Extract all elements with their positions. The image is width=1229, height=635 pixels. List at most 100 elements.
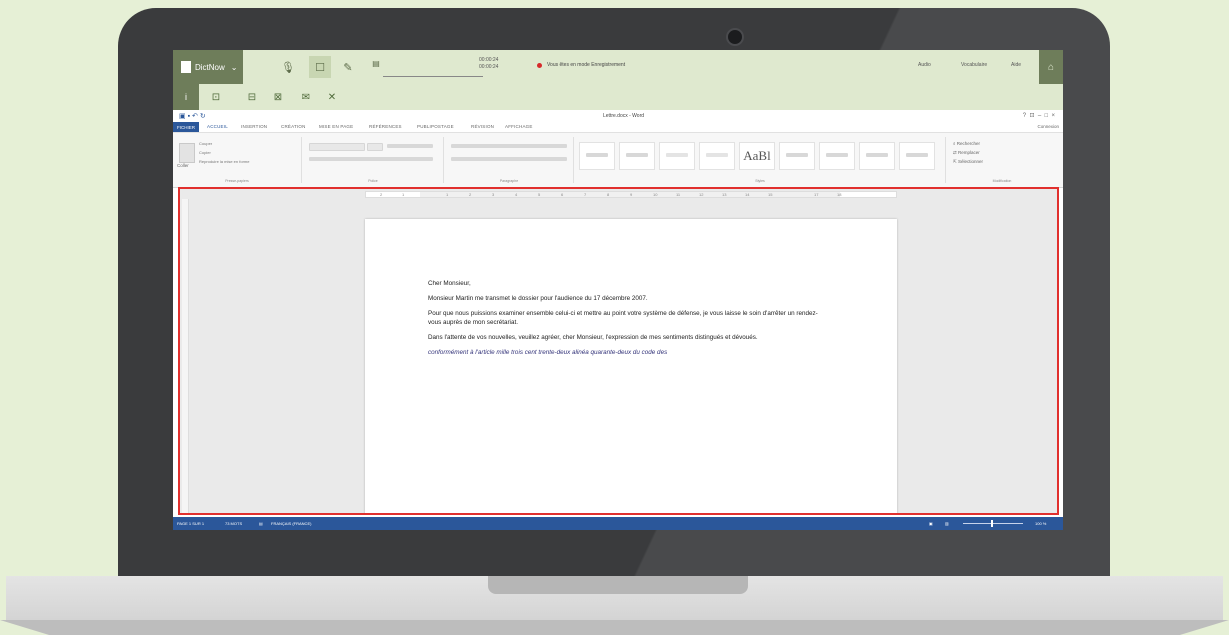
minimize-icon[interactable]: – xyxy=(1038,113,1041,119)
save-button[interactable]: ⊟ xyxy=(243,88,261,106)
style-preview xyxy=(626,153,648,157)
letter-paragraph-3: Dans l'attente de vos nouvelles, veuille… xyxy=(428,334,758,341)
mail-button[interactable]: ✉ xyxy=(297,88,315,106)
chevron-down-icon: ⌄ xyxy=(230,62,238,72)
document-page[interactable]: Cher Monsieur, Monsieur Martin me transm… xyxy=(365,219,897,513)
letter-paragraph-2: Pour que nous puissions examiner ensembl… xyxy=(428,310,818,326)
pin-button[interactable]: ✎ xyxy=(337,56,359,78)
editing-group-label: Modification xyxy=(992,179,1012,183)
font-name-box[interactable] xyxy=(309,143,365,151)
transfer-button[interactable]: ⊡ xyxy=(207,88,225,106)
replace-label: Remplacer xyxy=(958,150,980,155)
info-button[interactable]: i xyxy=(173,84,199,110)
help-icon[interactable]: ? xyxy=(1023,113,1026,119)
microphone-button[interactable]: 🎙 xyxy=(277,56,299,78)
alignment-buttons[interactable] xyxy=(451,157,567,161)
tab-view[interactable]: AFFICHAGE xyxy=(505,124,533,129)
style-normal[interactable] xyxy=(579,142,615,170)
app-logo-icon xyxy=(181,61,191,73)
print-layout-icon[interactable]: ▥ xyxy=(945,521,949,526)
close-window-icon[interactable]: × xyxy=(1051,113,1055,119)
redo-icon[interactable]: ↻ xyxy=(200,113,206,120)
zoom-level[interactable]: 100 % xyxy=(1035,521,1046,526)
tab-references[interactable]: RÉFÉRENCES xyxy=(369,124,402,129)
zoom-slider[interactable] xyxy=(963,523,1023,524)
status-bar: PAGE 1 SUR 1 73 MOTS ▤ FRANÇAIS (FRANCE)… xyxy=(173,517,1063,530)
style-subtitle[interactable] xyxy=(779,142,815,170)
font-format-buttons[interactable] xyxy=(309,157,433,161)
dictated-text: conformément à l'article mille trois cen… xyxy=(428,349,668,356)
proofing-icon[interactable]: ▤ xyxy=(259,521,263,526)
window-button[interactable]: ☐ xyxy=(309,56,331,78)
letter-body[interactable]: Cher Monsieur, Monsieur Martin me transm… xyxy=(428,279,828,363)
ribbon-options-icon[interactable]: ⊡ xyxy=(1029,113,1034,119)
ribbon: Coller Couper Copier Reproduire la mise … xyxy=(173,132,1063,188)
select-button[interactable]: ⇱ Sélectionner xyxy=(953,159,983,165)
tab-insert[interactable]: INSERTION xyxy=(241,124,267,129)
style-heading-1[interactable] xyxy=(659,142,695,170)
font-grow-shrink-buttons[interactable] xyxy=(387,144,433,148)
language-indicator[interactable]: FRANÇAIS (FRANCE) xyxy=(271,521,311,526)
audio-file-button[interactable]: ▤ xyxy=(369,52,383,74)
style-no-spacing[interactable] xyxy=(619,142,655,170)
tab-review[interactable]: RÉVISION xyxy=(471,124,494,129)
window-icon: ☐ xyxy=(315,61,325,74)
audio-file-icon: ▤ xyxy=(372,58,380,68)
word-count[interactable]: 73 MOTS xyxy=(225,521,242,526)
user-button[interactable]: ⌂ xyxy=(1039,50,1063,84)
replace-button[interactable]: ⇄ Remplacer xyxy=(953,150,980,156)
page-count[interactable]: PAGE 1 SUR 1 xyxy=(177,521,204,526)
horizontal-ruler[interactable]: 2 1 1 2 3 4 5 6 7 8 9 10 11 12 13 14 15 … xyxy=(365,191,897,198)
style-emphasis[interactable] xyxy=(859,142,895,170)
recording-status: Vous êtes en mode Enregistrement xyxy=(547,62,626,68)
menu-audio[interactable]: Audio xyxy=(918,62,931,68)
tab-home[interactable]: ACCUEIL xyxy=(207,124,228,129)
ruler-number: 13 xyxy=(722,192,727,197)
undo-icon[interactable]: ↶ xyxy=(192,113,198,120)
menu-vocabulary[interactable]: Vocabulaire xyxy=(961,62,987,68)
style-heading-2[interactable] xyxy=(699,142,735,170)
sign-in-link[interactable]: Connexion xyxy=(1037,124,1059,129)
ruler-number: 3 xyxy=(492,192,495,197)
paragraph-group: Paragraphe xyxy=(445,137,574,183)
style-intense-emphasis[interactable] xyxy=(899,142,935,170)
format-painter-button[interactable]: Reproduire la mise en forme xyxy=(199,159,249,164)
style-preview xyxy=(586,153,608,157)
style-subtle-emphasis[interactable] xyxy=(819,142,855,170)
styles-group: AaBl Styles xyxy=(575,137,946,183)
cut-button[interactable]: Couper xyxy=(199,141,212,146)
maximize-icon[interactable]: □ xyxy=(1045,113,1049,119)
tab-file[interactable]: FICHIER xyxy=(173,122,199,132)
editing-group: ⌕ Rechercher ⇄ Remplacer ⇱ Sélectionner … xyxy=(947,137,1057,183)
playback-slider[interactable] xyxy=(383,76,483,77)
ruler-number: 15 xyxy=(768,192,773,197)
dictation-app-menu[interactable]: DictNow ⌄ xyxy=(173,50,243,84)
export-button[interactable]: ⊠ xyxy=(269,88,287,106)
ruler-number: 2 xyxy=(469,192,472,197)
save-icon: ⊟ xyxy=(247,91,257,103)
style-preview xyxy=(666,153,688,157)
ruler-number: 14 xyxy=(745,192,750,197)
info-icon: i xyxy=(185,92,187,102)
clipboard-group: Coller Couper Copier Reproduire la mise … xyxy=(173,137,302,183)
tab-design[interactable]: CRÉATION xyxy=(281,124,306,129)
list-buttons[interactable] xyxy=(451,144,567,148)
paragraph-group-label: Paragraphe xyxy=(499,179,519,183)
paste-icon[interactable] xyxy=(179,143,195,163)
word-app-icon: ▣ xyxy=(179,113,186,120)
read-mode-icon[interactable]: ▣ xyxy=(929,521,933,526)
style-title[interactable]: AaBl xyxy=(739,142,775,170)
qat-save-icon[interactable]: ▪ xyxy=(188,113,190,120)
find-button[interactable]: ⌕ Rechercher xyxy=(953,141,980,146)
dictation-toolbar: DictNow ⌄ 🎙 ☐ ✎ ▤ 00:00:24 00:00:24 Vous… xyxy=(173,50,1063,85)
tab-mailings[interactable]: PUBLIPOSTAGE xyxy=(417,124,454,129)
copy-button[interactable]: Copier xyxy=(199,150,211,155)
font-size-box[interactable] xyxy=(367,143,383,151)
close-button[interactable]: ✕ xyxy=(323,88,341,106)
tab-layout[interactable]: MISE EN PAGE xyxy=(319,124,353,129)
ruler-number: 8 xyxy=(607,192,610,197)
zoom-slider-thumb[interactable] xyxy=(991,520,993,527)
menu-help[interactable]: Aide xyxy=(1011,62,1021,68)
base-foot xyxy=(0,620,1229,635)
paste-button-label[interactable]: Coller xyxy=(177,163,189,168)
